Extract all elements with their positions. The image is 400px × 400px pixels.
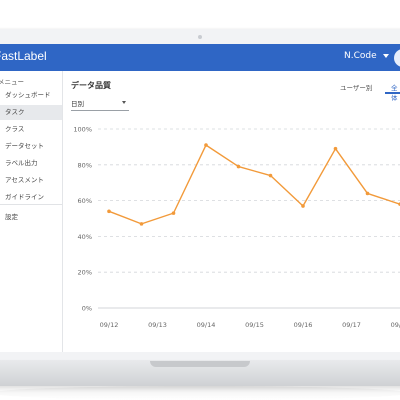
y-tick-label: 80% xyxy=(78,161,92,169)
data-point xyxy=(139,222,144,226)
series-line xyxy=(108,144,400,225)
chart-series xyxy=(107,143,400,226)
chart-y-ticks: 100% 80% 60% 40% 20% 0% xyxy=(73,126,92,313)
chart-grid xyxy=(98,128,400,309)
x-tick-label: 09/13 xyxy=(148,321,167,329)
x-tick-label: 09/12 xyxy=(100,321,119,329)
data-point xyxy=(236,164,241,169)
camera-icon xyxy=(198,35,202,39)
chart-x-ticks: 09/12 09/13 09/14 09/15 09/16 09/17 09/18 xyxy=(100,321,400,329)
data-point xyxy=(333,146,338,151)
y-tick-label: 60% xyxy=(78,197,92,205)
y-tick-label: 20% xyxy=(78,269,92,277)
x-tick-label: 09/16 xyxy=(294,321,313,329)
y-tick-label: 0% xyxy=(82,305,92,313)
data-point xyxy=(268,173,273,178)
quality-line-chart: 100%80%60%40%20%0% 09/12 09/13 09/14 09/15 0… xyxy=(73,126,400,329)
x-tick-label: 09/14 xyxy=(197,321,216,329)
app-window: FastLabel N.Code メニュー ダッシュボード タスク クラス デー… xyxy=(0,44,400,352)
y-tick-label: 100% xyxy=(73,126,92,134)
data-point xyxy=(365,191,370,196)
data-point xyxy=(107,209,111,214)
x-tick-label: 09/17 xyxy=(342,321,361,329)
x-tick-label: 09/18 xyxy=(391,321,400,329)
laptop-shadow xyxy=(0,386,400,400)
data-point xyxy=(171,211,176,215)
y-tick-label: 40% xyxy=(78,233,92,241)
data-point xyxy=(204,143,208,147)
laptop-base-notch xyxy=(150,361,250,367)
data-point xyxy=(301,204,305,208)
x-tick-label: 09/15 xyxy=(245,321,264,329)
